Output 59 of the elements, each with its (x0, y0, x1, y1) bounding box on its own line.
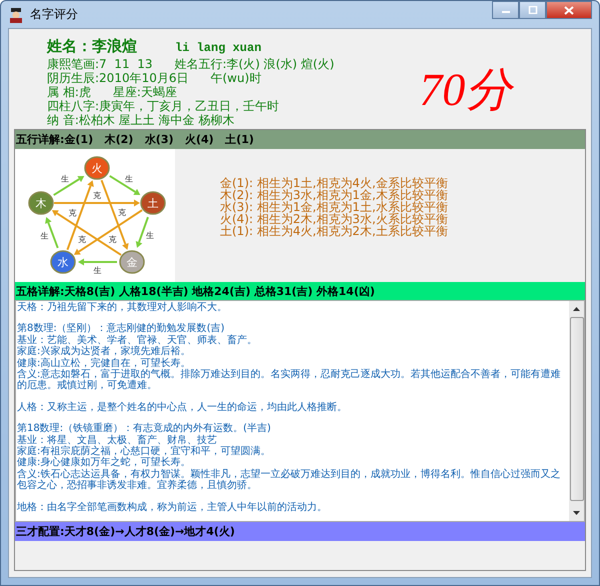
detail-text: 天格：乃祖先留下来的，其数理对人影响不大。 (17, 302, 228, 314)
detail-text: 基业：艺能、美术、学者、官禄、天官、师表、畜产。 (17, 334, 258, 346)
info-text: 属 相:虎 (47, 85, 91, 99)
scroll-down-icon[interactable] (573, 511, 580, 515)
element-balance-text: 土(1): 相生为4火,相克为2木,土系比较平衡 (220, 225, 448, 237)
element-glyph: 木 (36, 197, 46, 210)
info-text: 阴历生辰:2010年10月6日 (47, 71, 188, 85)
detail-text: 家庭:有祖宗庇荫之福，心慈口硬，宜守和平，可望圆满。 (17, 446, 272, 458)
maximize-icon (528, 6, 538, 14)
element-balance-text: 金(1): 相生为1土,相克为4火,金系比较平衡 (220, 177, 448, 189)
detail-text: 地格：由名字全部笔画数构成，称为前运，主管人中年以前的活动力。 (17, 502, 328, 514)
info-text: 星座:天蝎座 (112, 85, 177, 99)
name-heading: 姓名：李浪煊 (47, 37, 137, 56)
detail-text: 第8数理:（坚刚）：意志刚健的勤勉发展数(吉) (17, 323, 226, 334)
element-glyph: 水 (58, 256, 68, 269)
detail-text: 健康:身心健康如万年之蛇，可望长寿。 (17, 457, 192, 468)
scrollbar[interactable] (569, 301, 584, 521)
scroll-up-icon[interactable] (573, 307, 580, 311)
arrow-label: 克 (78, 235, 86, 244)
info-text: 午(wu)时 (210, 71, 262, 85)
arrow-label: 生 (125, 174, 134, 184)
arrow-label: 生 (40, 231, 48, 240)
element-balance-text: 水(3): 相生为1金,相克为1土,水系比较平衡 (220, 201, 448, 213)
pinyin-text: li lang xuan (175, 41, 262, 55)
detail-text: 第18数理:（铁镜重磨）：有志竟成的内外有运数。(半吉) (17, 423, 272, 434)
arrow-label: 克 (118, 208, 126, 218)
score-text: 70分 (419, 59, 512, 129)
sancai-header: 三才配置:天才8(金)→人才8(金)→地才4(火) (15, 522, 585, 541)
detail-text: 健康:高山立松，完健自在，可望长寿。 (17, 358, 192, 369)
info-text: 纳 音:松柏木 屋上土 海中金 杨柳木 (47, 113, 234, 127)
info-text: 康熙笔画:7 11 13 (47, 57, 152, 71)
element-glyph: 土 (148, 197, 158, 210)
arrow-label: 克 (68, 208, 76, 218)
arrow-label: 克 (108, 235, 116, 244)
wuge-header: 五格详解:天格8(吉) 人格18(半吉) 地格24(吉) 总格31(吉) 外格14(凶) (15, 282, 585, 300)
scroll-thumb[interactable] (570, 317, 584, 501)
element-glyph: 火 (92, 162, 102, 175)
info-text: 四柱八字:庚寅年，丁亥月，乙丑日，壬午时 (47, 99, 280, 113)
app-icon (8, 6, 24, 22)
close-icon (564, 6, 574, 14)
detail-text: 人格：又称主运，是整个姓名的中心点，人一生的命运，均由此人格推断。 (17, 402, 348, 414)
info-text: 姓名五行:李(火) 浪(水) 煊(火) (174, 57, 334, 71)
detail-text: 含义:铁石心志达运具备，有权力智谋。颖性非凡，志望一立必破万难达到目的，成就功业，博得名利。惟自信心过强而又之包容之心，恐招事非诱发非难。宜养柔德，且慎勿骄。 (17, 468, 562, 492)
element-balance-text: 木(2): 相生为3水,相克为1金,木系比较平衡 (220, 189, 448, 201)
arrow-label: 生 (146, 231, 154, 240)
wuxing-header: 五行详解:金(1) 木(2) 水(3) 火(4) 土(1) (15, 130, 585, 149)
element-balance-text: 火(4): 相生为2木,相克为3水,火系比较平衡 (220, 213, 448, 225)
detail-text: 含义:意志如磐石，富于进取的气概。排除万难达到目的。名实两得，忍耐克己逐成大功。若其他运配合不善者，可能有遭难的厄患。戒慎过刚，可免遭难。 (17, 369, 562, 392)
arrow-label: 克 (93, 191, 101, 200)
window-title: 名字评分 (30, 6, 78, 23)
maximize-button[interactable] (519, 1, 546, 19)
detail-text: 家庭:兴家成为达贤者，家境先难后裕。 (17, 346, 192, 358)
arrow-label: 生 (94, 266, 102, 275)
close-button[interactable] (546, 1, 592, 19)
arrow-label: 生 (60, 174, 69, 184)
element-glyph: 金 (126, 256, 138, 269)
details-text-area[interactable] (15, 300, 585, 522)
minimize-button[interactable] (492, 1, 519, 19)
detail-text: 基业：将星、文昌、太极、畜产、财帛、技艺 (17, 434, 218, 446)
